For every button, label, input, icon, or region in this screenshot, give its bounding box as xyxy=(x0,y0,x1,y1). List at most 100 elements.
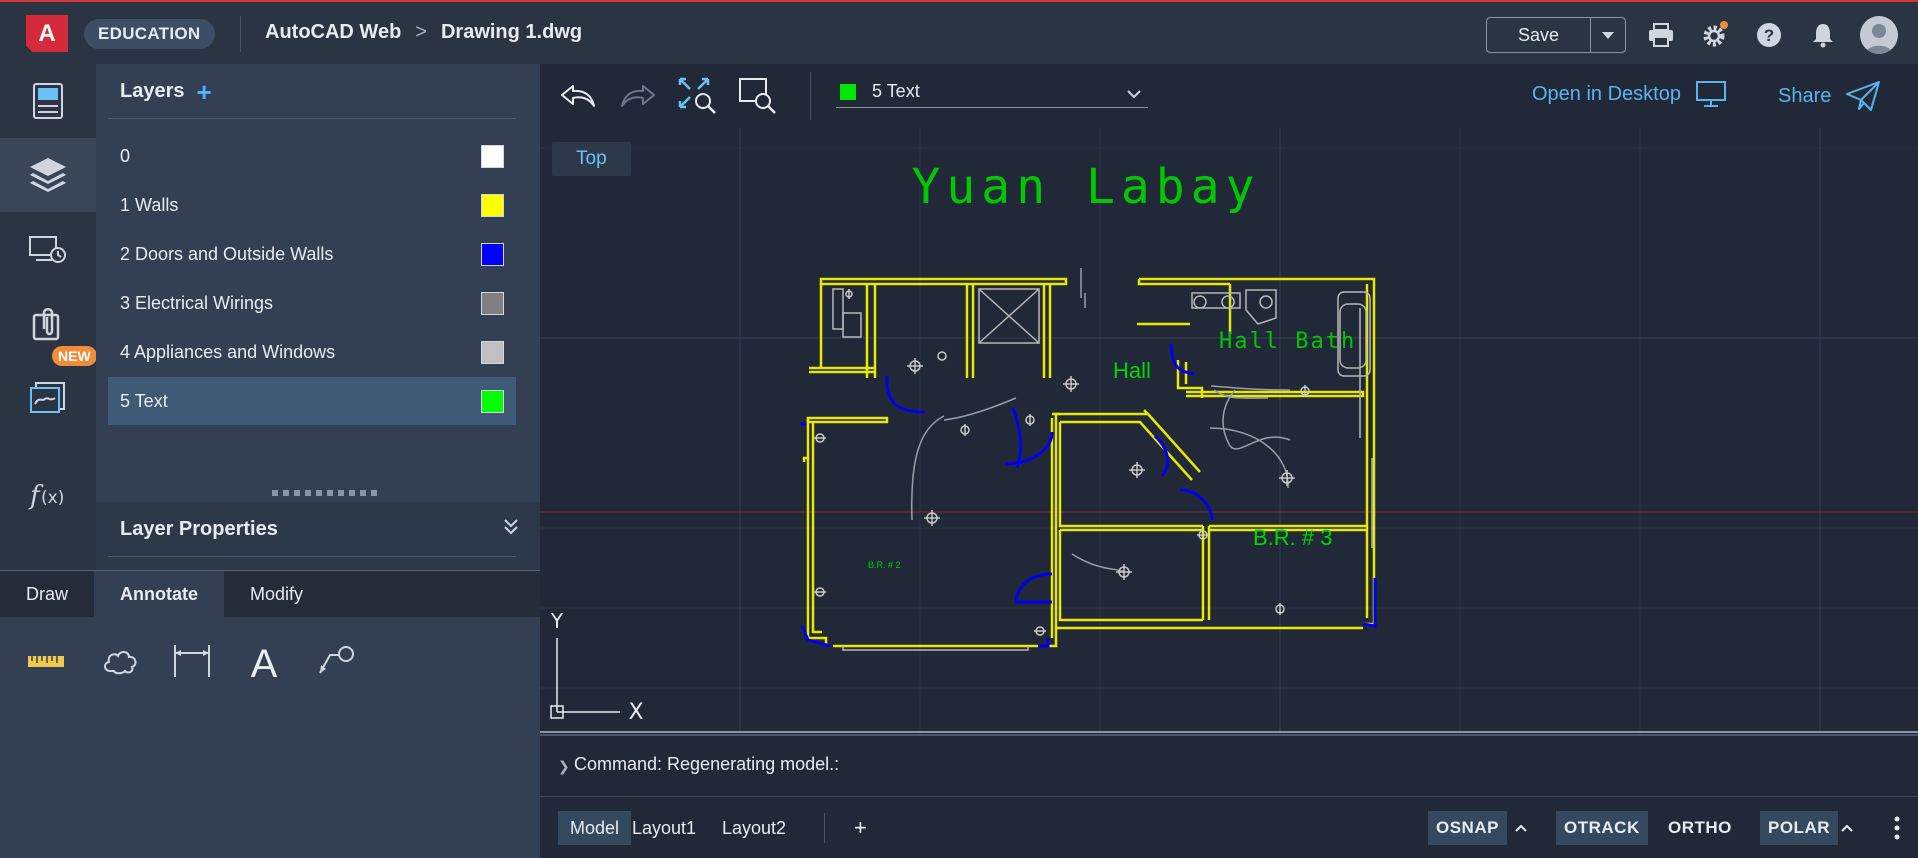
layer-color-swatch[interactable] xyxy=(481,194,504,217)
paperclip-icon xyxy=(32,308,60,341)
chevron-down-icon xyxy=(1126,84,1142,105)
share-label: Share xyxy=(1778,84,1832,107)
svg-text:(x): (x) xyxy=(41,488,64,508)
text-tool[interactable]: A xyxy=(242,639,286,683)
room-label-br3[interactable]: B.R. # 3 xyxy=(1253,525,1332,550)
chevron-double-down-icon[interactable] xyxy=(502,516,520,541)
measure-tool[interactable] xyxy=(24,639,68,683)
ucs-y-label: Y xyxy=(550,609,564,633)
ucs-x-label: X xyxy=(628,700,643,725)
dimension-icon xyxy=(174,645,210,677)
print-icon[interactable] xyxy=(1646,20,1676,50)
osnap-toggle[interactable]: OSNAP xyxy=(1428,811,1507,845)
notifications-bell-icon[interactable] xyxy=(1808,20,1838,50)
rail-layers[interactable] xyxy=(0,138,96,212)
command-history-text: Command: Regenerating model.: xyxy=(574,754,840,774)
zoom-extents-button[interactable] xyxy=(678,76,718,116)
tool-tabs: Draw Annotate Modify xyxy=(0,570,540,618)
layer-color-swatch[interactable] xyxy=(481,145,504,168)
save-dropdown-button[interactable] xyxy=(1591,18,1625,52)
settings-gear-icon[interactable] xyxy=(1700,20,1730,50)
svg-text:A: A xyxy=(251,642,278,681)
polar-options-chevron-up-icon[interactable] xyxy=(1832,811,1862,845)
tab-modify[interactable]: Modify xyxy=(224,571,329,617)
view-cube-top-label[interactable]: Top xyxy=(552,142,631,176)
ortho-toggle[interactable]: ORTHO xyxy=(1660,811,1740,845)
layer-row[interactable]: 3 Electrical Wirings xyxy=(108,279,516,327)
tab-annotate[interactable]: Annotate xyxy=(94,571,225,617)
redo-icon xyxy=(621,85,655,107)
breadcrumb-file[interactable]: Drawing 1.dwg xyxy=(441,21,582,44)
zoom-window-button[interactable] xyxy=(738,76,778,116)
layer-color-swatch[interactable] xyxy=(481,292,504,315)
zoom-extents-icon xyxy=(678,77,716,114)
current-layer-label: 5 Text xyxy=(872,81,920,101)
room-label-hall[interactable]: Hall xyxy=(1113,358,1151,383)
layer-name: 1 Walls xyxy=(120,194,179,215)
revision-cloud-tool[interactable] xyxy=(98,639,142,683)
chevron-right-icon[interactable]: ❯ xyxy=(558,758,570,775)
save-split-button: Save xyxy=(1486,17,1626,53)
room-label-br2[interactable]: B.R. # 2 xyxy=(868,560,901,570)
autocad-logo[interactable]: A xyxy=(26,15,68,52)
share-button[interactable]: Share xyxy=(1778,80,1881,112)
add-layer-icon[interactable]: + xyxy=(197,79,212,105)
open-in-desktop-button[interactable]: Open in Desktop xyxy=(1532,80,1727,108)
breadcrumb-product[interactable]: AutoCAD Web xyxy=(265,21,401,44)
svg-text:?: ? xyxy=(1764,26,1774,45)
layer-color-swatch[interactable] xyxy=(481,243,504,266)
zoom-window-icon xyxy=(739,78,776,114)
command-line[interactable]: ❯ Command: Regenerating model.: xyxy=(540,734,1918,796)
chevron-right-icon: > xyxy=(415,21,427,43)
more-options-icon[interactable] xyxy=(1886,811,1908,845)
layer-color-swatch[interactable] xyxy=(481,341,504,364)
layer-properties-section[interactable]: Layer Properties xyxy=(96,502,540,570)
blocks-icon xyxy=(29,236,66,263)
layers-panel: Layers + 0 1 Walls 2 Doors and Outside Wal… xyxy=(96,64,540,570)
layer-row[interactable]: 5 Text xyxy=(108,377,516,425)
add-layout-button[interactable]: + xyxy=(842,811,879,845)
divider xyxy=(108,556,516,557)
room-label-hall-bath[interactable]: Hall Bath xyxy=(1219,329,1356,354)
layer-color-swatch[interactable] xyxy=(481,390,504,413)
image-icon xyxy=(30,382,65,413)
drawing-title-text[interactable]: Yuan Labay xyxy=(912,159,1261,215)
tab-draw[interactable]: Draw xyxy=(0,571,94,617)
rail-images[interactable] xyxy=(0,360,96,434)
annotate-tools: A xyxy=(0,617,540,858)
properties-icon xyxy=(33,83,63,119)
desktop-monitor-icon xyxy=(1695,81,1726,107)
panel-resize-handle[interactable] xyxy=(272,490,377,496)
layer-row[interactable]: 2 Doors and Outside Walls xyxy=(108,230,516,278)
rail-functions[interactable]: f (x) xyxy=(0,458,96,532)
drawing-canvas[interactable]: Yuan Labay Hall Hall Bath B.R. # 3 B.R. … xyxy=(540,128,1918,734)
new-badge: NEW xyxy=(52,346,97,366)
status-bar: Model Layout1 Layout2 + OSNAP OTRACK ORT… xyxy=(540,796,1918,858)
save-button[interactable]: Save xyxy=(1487,18,1591,52)
layout-tab-layout2[interactable]: Layout2 xyxy=(710,811,798,845)
otrack-toggle[interactable]: OTRACK xyxy=(1556,811,1648,845)
layer-row[interactable]: 4 Appliances and Windows xyxy=(108,328,516,376)
undo-button[interactable] xyxy=(558,76,598,116)
text-a-icon: A xyxy=(251,642,278,681)
rail-blocks[interactable] xyxy=(0,212,96,286)
user-avatar[interactable] xyxy=(1860,16,1898,54)
dimension-tool[interactable] xyxy=(170,639,214,683)
polar-toggle[interactable]: POLAR xyxy=(1760,811,1838,845)
breadcrumb: AutoCAD Web > Drawing 1.dwg xyxy=(265,21,582,44)
layer-row[interactable]: 1 Walls xyxy=(108,181,516,229)
osnap-options-chevron-up-icon[interactable] xyxy=(1506,811,1536,845)
help-icon[interactable]: ? xyxy=(1754,20,1784,50)
layer-name: 4 Appliances and Windows xyxy=(120,341,336,362)
rail-properties[interactable] xyxy=(0,64,96,138)
layer-name: 5 Text xyxy=(120,390,168,411)
education-badge: EDUCATION xyxy=(84,19,215,49)
layer-row[interactable]: 0 xyxy=(108,132,516,180)
layer-name: 3 Electrical Wirings xyxy=(120,292,274,313)
divider xyxy=(824,813,825,843)
major-grid xyxy=(540,128,1918,734)
redo-button[interactable] xyxy=(618,76,658,116)
layout-tab-layout1[interactable]: Layout1 xyxy=(620,811,708,845)
leader-tool[interactable] xyxy=(314,639,358,683)
current-layer-dropdown[interactable]: 5 Text xyxy=(836,76,1148,108)
